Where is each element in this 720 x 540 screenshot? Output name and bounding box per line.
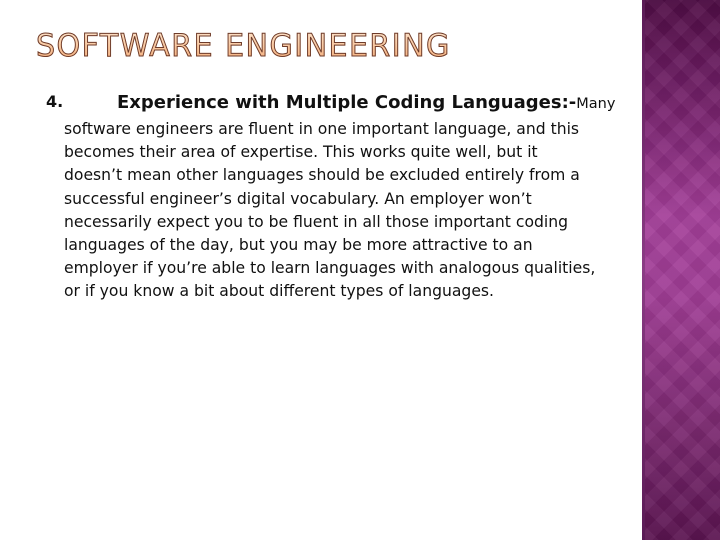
body-line: doesn’t mean other languages should be e… xyxy=(64,166,580,185)
body-line: or if you know a bit about different typ… xyxy=(64,282,494,301)
slide-title: SOFTWARE ENGINEERING xyxy=(36,28,451,65)
item-number: 4. xyxy=(46,92,64,111)
slide-content: 4. Experience with Multiple Coding Langu… xyxy=(40,92,700,304)
item-body-text: software engineers are fluent in one imp… xyxy=(64,118,704,304)
body-line: becomes their area of expertise. This wo… xyxy=(64,143,538,162)
body-line: languages of the day, but you may be mor… xyxy=(64,235,533,254)
item-heading-text: Experience with Multiple Coding Language… xyxy=(117,92,577,113)
body-line: employer if you’re able to learn languag… xyxy=(64,259,596,278)
body-line: necessarily expect you to be fluent in a… xyxy=(64,212,569,231)
item-lead-word: Many xyxy=(576,96,616,112)
item-heading: Experience with Multiple Coding Language… xyxy=(117,92,615,113)
list-item-heading: 4. Experience with Multiple Coding Langu… xyxy=(40,92,700,118)
body-line: successful engineer’s digital vocabulary… xyxy=(64,189,532,208)
body-line: software engineers are fluent in one imp… xyxy=(64,120,580,138)
